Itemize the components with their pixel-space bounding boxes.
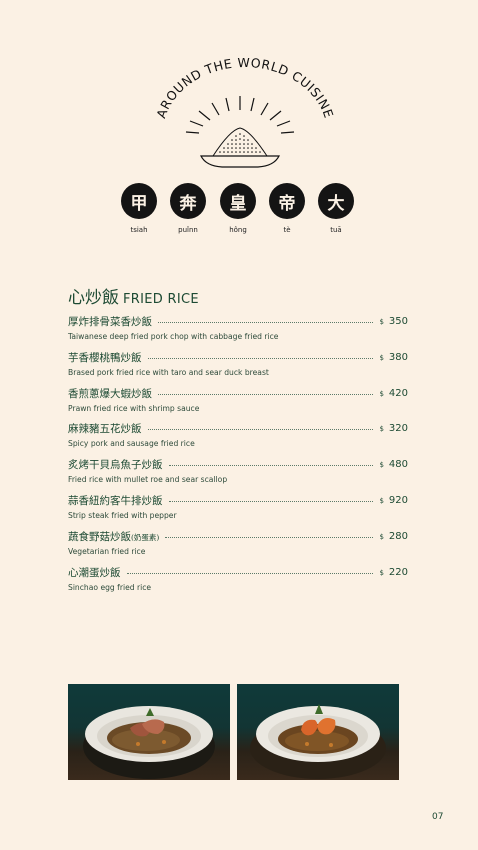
item-name-en: Vegetarian fried rice	[68, 546, 146, 556]
item-name-zh: 芋香櫻桃鴨炒飯	[68, 351, 142, 364]
menu-item: 蒜香紐約客牛排炒飯 $920 Strip steak fried with pep…	[68, 493, 408, 529]
item-price: $420	[379, 387, 408, 399]
item-name-zh: 炙烤干貝烏魚子炒飯	[68, 459, 163, 472]
dot-leader	[168, 465, 374, 467]
character-circle: 大	[318, 183, 354, 219]
character-circle: 皇	[220, 183, 256, 219]
item-name-zh: 香煎蔥爆大蝦炒飯	[68, 387, 152, 400]
character-circle: 奔	[170, 183, 206, 219]
section-title: 心炒飯 FRIED RICE	[68, 281, 199, 309]
item-name-zh: 蔬食野菇炒飯(奶蛋素)	[68, 530, 160, 543]
menu-list: 厚炸排骨菜香炒飯 $350 Taiwanese deep fried pork c…	[68, 314, 408, 600]
item-name-en: Brased pork fried rice with taro and sea…	[68, 367, 269, 377]
menu-item: 芋香櫻桃鴨炒飯 $380 Brased pork fried rice with …	[68, 350, 408, 386]
item-name-en: Fried rice with mullet roe and sear scal…	[68, 475, 228, 485]
item-name-zh: 厚炸排骨菜香炒飯	[68, 316, 152, 328]
item-diet-note: (奶蛋素)	[131, 532, 160, 542]
item-price: $920	[379, 494, 408, 506]
sunburst-rays-icon	[185, 96, 295, 134]
item-price: $220	[379, 566, 408, 578]
menu-item: 厚炸排骨菜香炒飯 $350 Taiwanese deep fried pork c…	[68, 314, 408, 350]
photo-duck-fried-rice	[68, 684, 230, 780]
menu-item: 心潮蛋炒飯 $220 Sinchao egg fried rice	[68, 565, 408, 601]
item-price: $480	[379, 459, 408, 471]
photo-prawn-fried-rice	[237, 684, 399, 780]
character-romanization: tsiah	[130, 226, 148, 234]
menu-item: 香煎蔥爆大蝦炒飯 $420 Prawn fried rice with shrim…	[68, 386, 408, 422]
item-name-zh: 蒜香紐約客牛排炒飯	[68, 494, 163, 507]
item-price: $280	[379, 530, 408, 542]
section-title-zh: 心炒飯	[68, 288, 119, 308]
dot-leader	[158, 393, 374, 395]
character-romanization: tè	[283, 226, 291, 234]
bowl-with-duck-icon	[83, 706, 215, 779]
character-romanization: hông	[229, 226, 247, 234]
item-price: $350	[379, 316, 408, 327]
menu-item: 蔬食野菇炒飯(奶蛋素) $280 Vegetarian fried rice	[68, 529, 408, 565]
item-name-en: Taiwanese deep fried pork chop with cabb…	[68, 332, 279, 341]
menu-item: 麻辣豬五花炒飯 $320 Spicy pork and sausage fried…	[68, 421, 408, 457]
item-name-zh: 麻辣豬五花炒飯	[68, 423, 142, 436]
item-name-zh: 心潮蛋炒飯	[68, 566, 121, 579]
brand-name: AROUND THE WORLD CUISINE	[153, 58, 336, 120]
page-number: 07	[432, 812, 444, 822]
dot-leader	[168, 500, 374, 502]
bowl-with-prawns-icon	[250, 704, 386, 779]
item-name-en: Spicy pork and sausage fried rice	[68, 439, 195, 449]
section-title-en: FRIED RICE	[123, 292, 199, 307]
dot-leader	[147, 429, 374, 431]
character-circle: 帝	[269, 183, 305, 219]
dot-leader	[126, 572, 374, 574]
plate-icon	[200, 155, 280, 168]
character-circle: 甲	[121, 183, 157, 219]
item-name-en: Sinchao egg fried rice	[68, 582, 152, 592]
character-romanization: puînn	[178, 226, 198, 234]
item-price: $320	[379, 423, 408, 435]
dot-leader	[165, 536, 374, 538]
cuisine-logo: AROUND THE WORLD CUISINE	[153, 58, 336, 168]
item-price: $380	[379, 351, 408, 363]
item-name-en: Prawn fried rice with shrimp sauce	[68, 403, 200, 413]
menu-item: 炙烤干貝烏魚子炒飯 $480 Fried rice with mullet roe…	[68, 457, 408, 493]
item-name-en: Strip steak fried with pepper	[68, 510, 177, 520]
dot-leader	[147, 357, 374, 359]
dot-leader	[158, 322, 374, 323]
character-romanization: tuā	[330, 226, 342, 234]
